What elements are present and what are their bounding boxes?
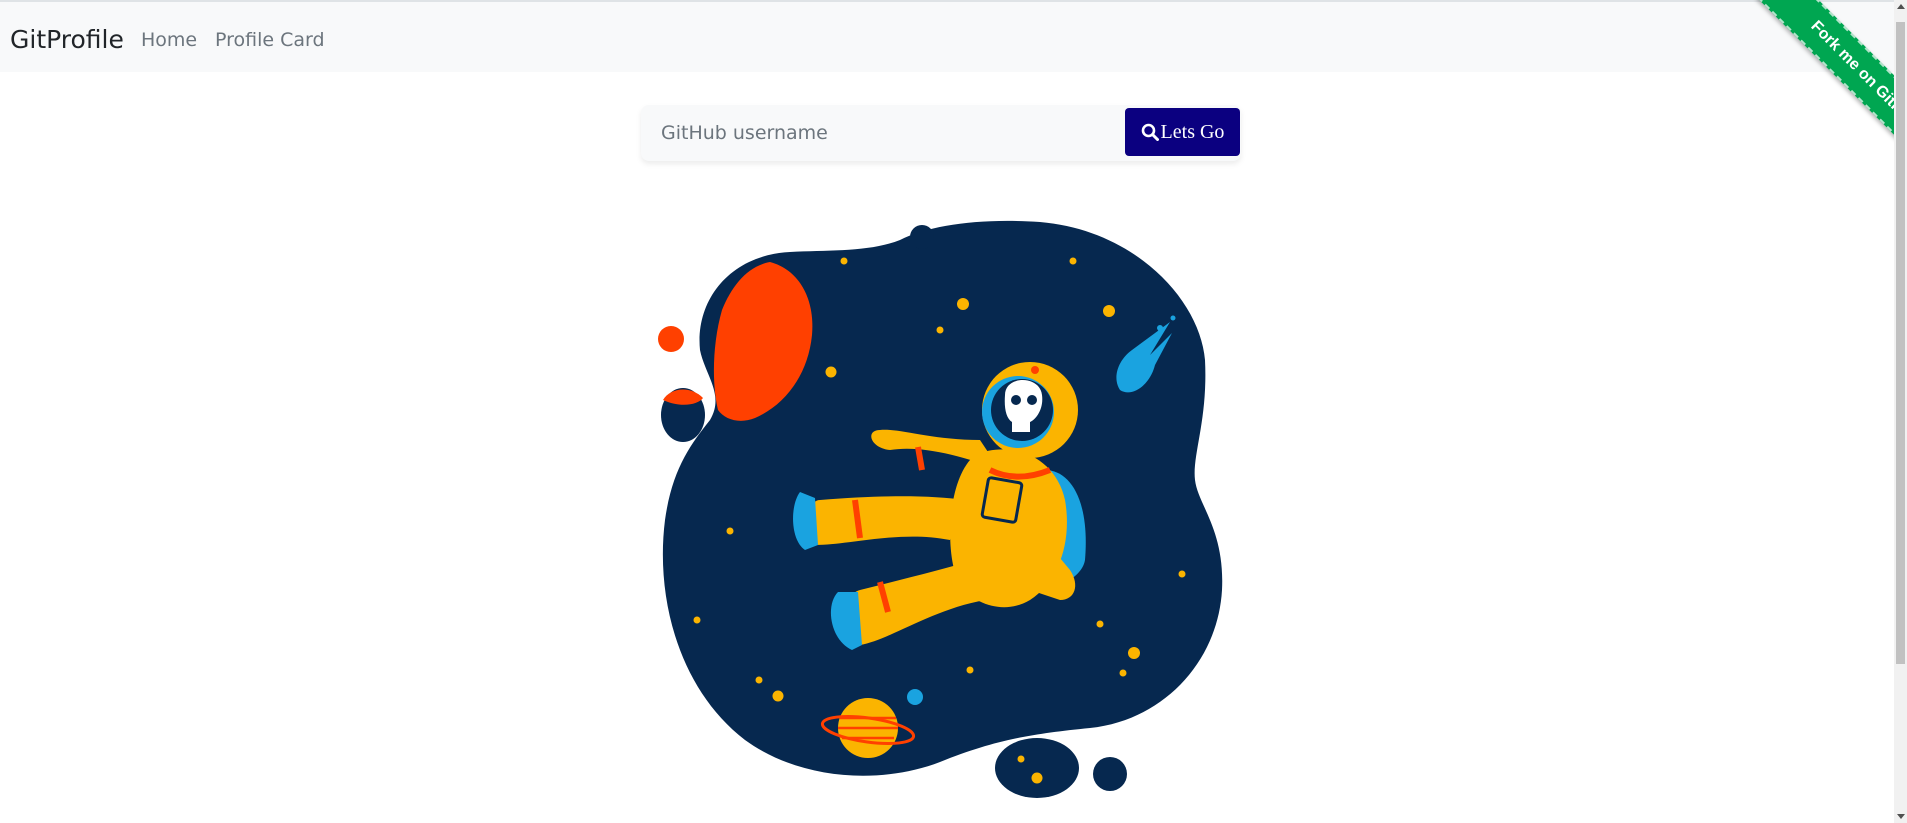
navbar: GitProfile Home Profile Card (0, 0, 1907, 72)
astronaut-illustration (650, 215, 1230, 805)
nav-home-link[interactable]: Home (141, 29, 197, 51)
brand-logo[interactable]: GitProfile (10, 25, 124, 54)
github-username-input[interactable] (641, 105, 1117, 161)
scroll-down-arrow-icon[interactable] (1897, 814, 1905, 819)
fork-me-on-github-ribbon[interactable]: Fork me on GitHub (1757, 0, 1894, 182)
page-scrollbar[interactable] (1894, 0, 1907, 823)
search-form: Lets Go (641, 105, 1241, 161)
lets-go-button[interactable]: Lets Go (1125, 108, 1240, 156)
small-blob (995, 738, 1079, 798)
red-moon (658, 326, 684, 352)
lets-go-label: Lets Go (1160, 120, 1225, 143)
small-blob (1093, 757, 1127, 791)
fork-ribbon-container: Fork me on GitHub (1694, 0, 1894, 200)
nav-profile-card-link[interactable]: Profile Card (215, 29, 325, 51)
scroll-up-arrow-icon[interactable] (1897, 4, 1905, 9)
scrollbar-thumb[interactable] (1896, 22, 1905, 664)
search-icon (1141, 123, 1159, 141)
small-blob (910, 225, 934, 249)
